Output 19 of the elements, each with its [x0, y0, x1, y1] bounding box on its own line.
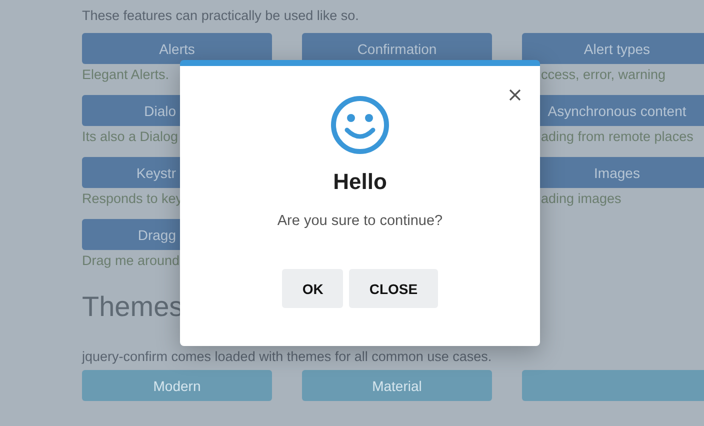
- dialog-title: Hello: [333, 169, 387, 195]
- dialog-button[interactable]: OK: [282, 269, 344, 308]
- feature-description: Drag me around: [82, 253, 181, 268]
- feature-description: Elegant Alerts.: [82, 67, 170, 82]
- feature-description: Its also a Dialog: [82, 129, 180, 144]
- feature-button[interactable]: Alert types: [522, 33, 704, 64]
- smiley-icon: [330, 95, 390, 155]
- feature-description: ading images: [540, 191, 622, 206]
- feature-description: ccess, error, warning: [540, 67, 667, 82]
- feature-button[interactable]: Alerts: [82, 33, 272, 64]
- close-icon[interactable]: [509, 89, 521, 101]
- theme-button[interactable]: Modern: [82, 370, 272, 401]
- feature-description: ading from remote places: [540, 129, 694, 144]
- dialog-button[interactable]: CLOSE: [349, 269, 438, 308]
- dialog-message: Are you sure to continue?: [277, 213, 443, 229]
- intro-text: These features can practically be used like so.: [82, 8, 359, 23]
- section-heading: Themes: [82, 291, 184, 323]
- theme-button[interactable]: Material: [302, 370, 492, 401]
- section-description: jquery-confirm comes loaded with themes for all common use cases.: [82, 349, 492, 364]
